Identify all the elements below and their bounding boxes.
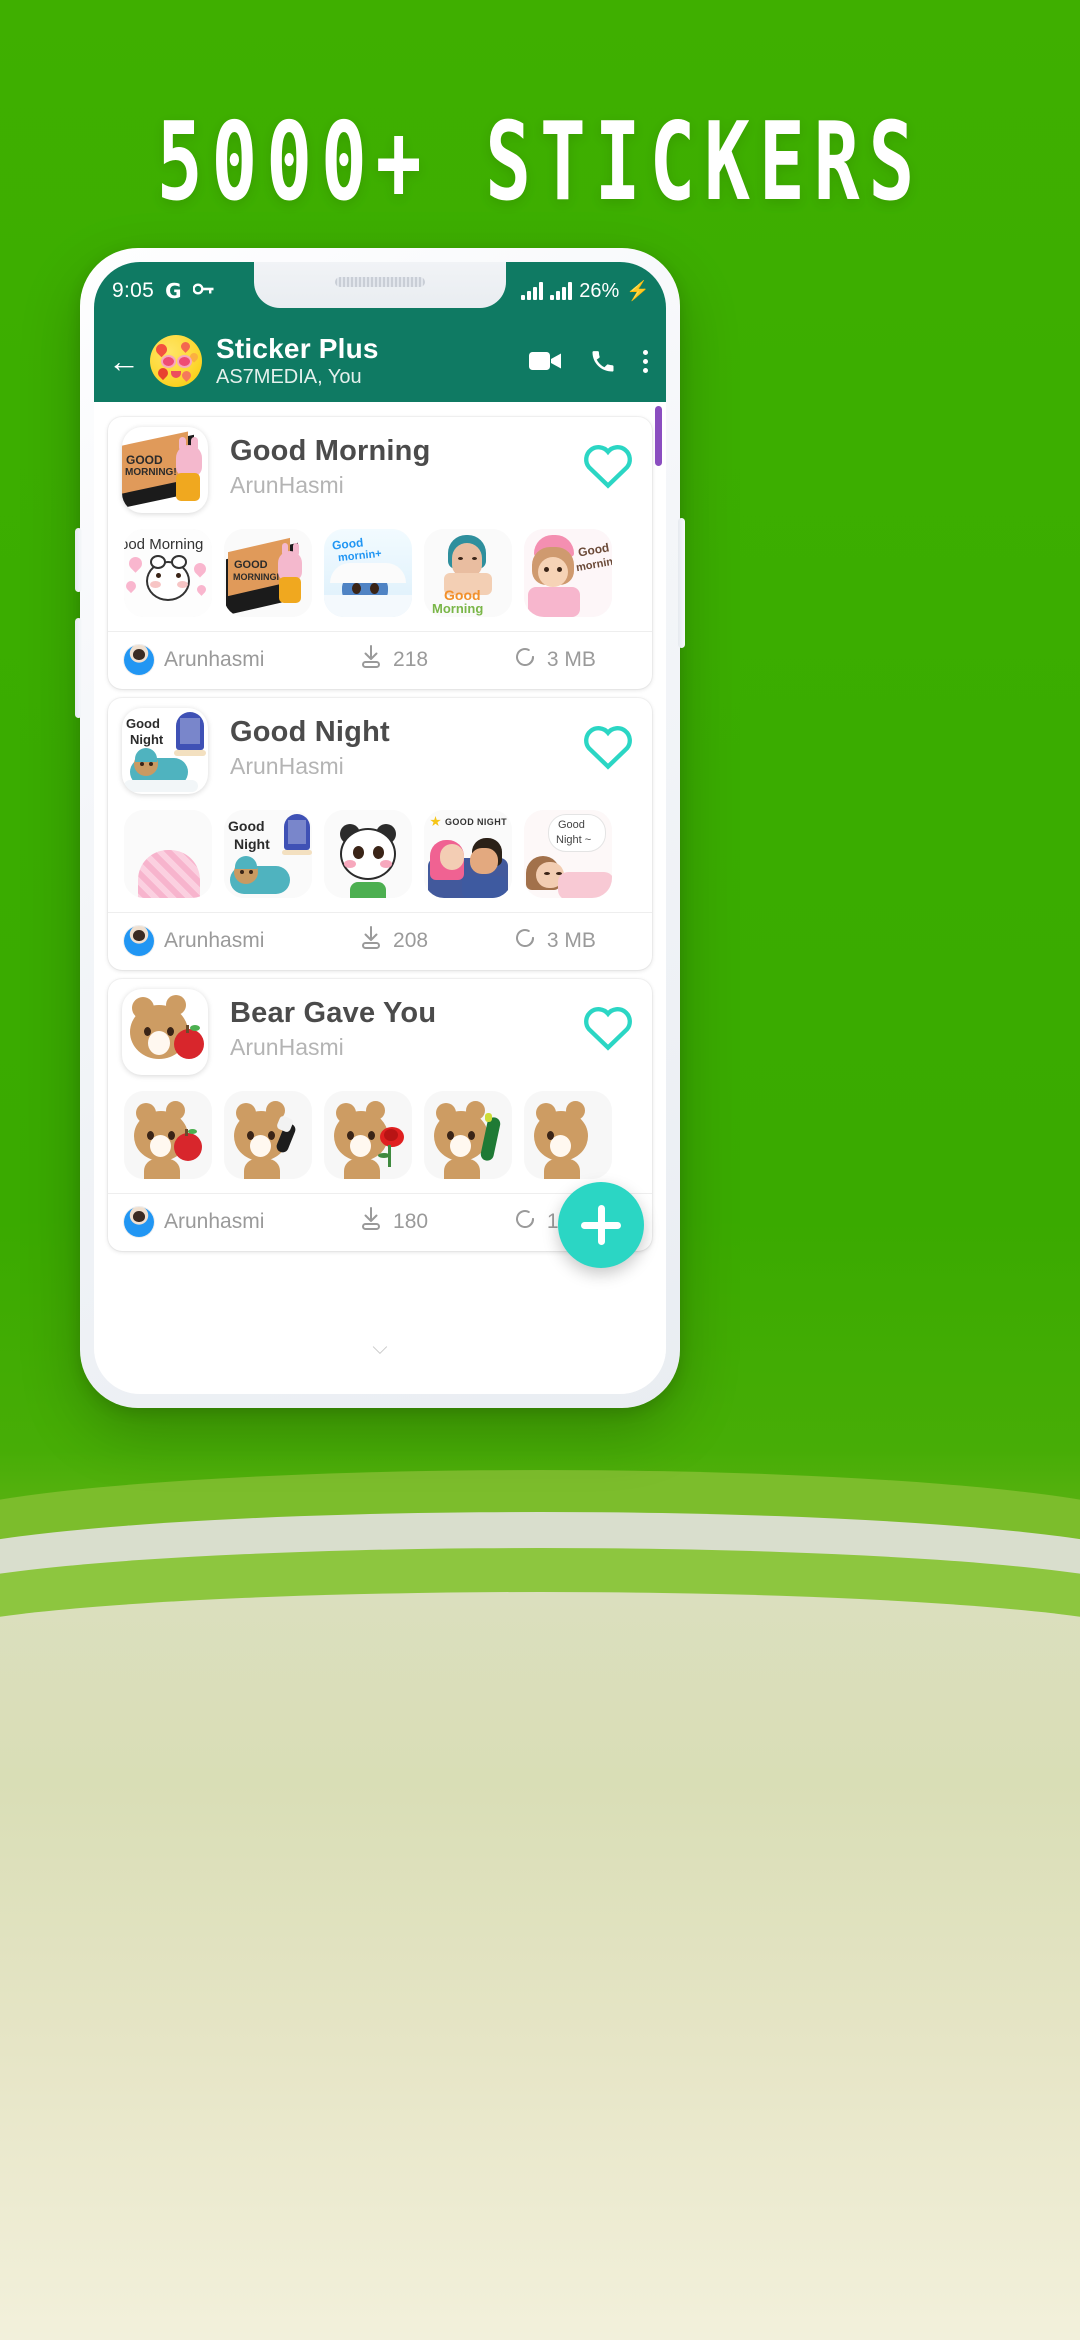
status-time: 9:05 xyxy=(112,279,155,302)
pack-downloads-stat: 180 xyxy=(339,1206,503,1238)
sticker-thumb[interactable]: Good Night xyxy=(224,810,312,898)
sticker-pack-card[interactable]: GOOD MORNING! Good Morning ArunHasmi ood… xyxy=(108,417,652,689)
pack-name: Good Night xyxy=(230,716,390,748)
download-count: 208 xyxy=(393,929,429,952)
pack-downloads-stat: 218 xyxy=(339,644,503,676)
phone-volume-up-button xyxy=(75,528,82,592)
sticker-preview-row[interactable]: ood Morning GOOD MORNINGI Good mornin+ G… xyxy=(108,521,652,631)
voice-call-icon[interactable] xyxy=(589,347,617,375)
sticker-thumb[interactable]: Good Night ~ xyxy=(524,810,612,898)
phone-power-button xyxy=(678,518,685,648)
promo-headline: 5000+ STICKERS xyxy=(156,98,924,225)
pack-tray-icon: Good Night xyxy=(122,708,208,794)
pack-size-stat: 3 MB xyxy=(503,645,636,675)
sticker-thumb[interactable] xyxy=(124,810,212,898)
size-value: 3 MB xyxy=(546,648,596,671)
sticker-thumb[interactable]: ood Morning xyxy=(124,529,212,617)
sticker-thumb[interactable] xyxy=(324,810,412,898)
pack-author-stat: Arunhasmi xyxy=(124,645,339,675)
sticker-thumb[interactable]: GOOD NIGHT xyxy=(424,810,512,898)
download-icon xyxy=(359,925,383,957)
size-icon xyxy=(513,645,537,675)
signal-bars-sim2 xyxy=(550,282,573,300)
phone-earpiece-speaker xyxy=(335,277,425,287)
sticker-thumb[interactable] xyxy=(424,1091,512,1179)
size-value: 3 MB xyxy=(546,929,596,952)
sticker-thumb[interactable]: GOOD MORNINGI xyxy=(224,529,312,617)
pack-name: Bear Gave You xyxy=(230,997,437,1029)
app-bar: ← Sticker Plus AS7MEDIA, You xyxy=(94,320,666,402)
sticker-thumb[interactable]: Good Morning xyxy=(424,529,512,617)
scrollbar-thumb[interactable] xyxy=(655,406,662,466)
pack-name: Good Morning xyxy=(230,435,431,467)
pack-tray-icon xyxy=(122,989,208,1075)
favorite-heart-icon[interactable] xyxy=(582,722,634,775)
sticker-thumb[interactable]: Good mornin xyxy=(524,529,612,617)
pack-downloads-stat: 208 xyxy=(339,925,503,957)
page-subtitle: AS7MEDIA, You xyxy=(216,366,362,389)
sticker-preview-row[interactable] xyxy=(108,1083,652,1193)
size-icon xyxy=(513,1207,537,1237)
video-call-icon[interactable] xyxy=(529,349,563,373)
pack-author-stat: Arunhasmi xyxy=(124,1207,339,1237)
pack-author: ArunHasmi xyxy=(230,472,344,498)
sticker-preview-row[interactable]: Good Night GOOD NIGHT Good Night ~ xyxy=(108,802,652,912)
author-name: Arunhasmi xyxy=(164,648,265,671)
author-avatar xyxy=(124,926,154,956)
author-avatar xyxy=(124,645,154,675)
download-icon xyxy=(359,1206,383,1238)
sticker-thumb[interactable] xyxy=(124,1091,212,1179)
battery-percent: 26% xyxy=(579,279,620,302)
sticker-pack-card[interactable]: Good Night Good Night ArunHasmi Good Nig… xyxy=(108,698,652,970)
app-bar-titles[interactable]: Sticker Plus AS7MEDIA, You xyxy=(216,332,379,389)
avatar[interactable] xyxy=(150,335,202,387)
google-icon: G xyxy=(165,279,182,303)
sticker-thumb[interactable] xyxy=(324,1091,412,1179)
charging-bolt-icon: ⚡ xyxy=(626,281,650,302)
author-avatar xyxy=(124,1207,154,1237)
page-title: Sticker Plus xyxy=(216,332,379,364)
pack-author: ArunHasmi xyxy=(230,1034,344,1060)
signal-bars-sim1 xyxy=(521,282,544,300)
phone-screen: 9:05 G 26% ⚡ ← Sticker Plus AS7MEDIA, Yo… xyxy=(94,262,666,1394)
decor-band-base xyxy=(0,1592,1080,2340)
author-name: Arunhasmi xyxy=(164,929,265,952)
favorite-heart-icon[interactable] xyxy=(582,1003,634,1056)
scroll-down-chevron-icon: ⌵ xyxy=(372,1337,388,1359)
sticker-thumb[interactable] xyxy=(524,1091,612,1179)
pack-stats-row: Arunhasmi 208 3 MB xyxy=(108,912,652,970)
favorite-heart-icon[interactable] xyxy=(582,441,634,494)
sticker-thumb[interactable] xyxy=(224,1091,312,1179)
size-icon xyxy=(513,926,537,956)
pack-author: ArunHasmi xyxy=(230,753,344,779)
author-name: Arunhasmi xyxy=(164,1210,265,1233)
pack-size-stat: 3 MB xyxy=(503,926,636,956)
back-icon[interactable]: ← xyxy=(108,345,140,377)
phone-volume-down-button xyxy=(75,618,82,718)
download-icon xyxy=(359,644,383,676)
more-vertical-icon[interactable] xyxy=(643,349,648,373)
pack-tray-icon: GOOD MORNING! xyxy=(122,427,208,513)
vpn-key-icon xyxy=(191,281,215,301)
download-count: 180 xyxy=(393,1210,429,1233)
pack-author-stat: Arunhasmi xyxy=(124,926,339,956)
pack-stats-row: Arunhasmi 218 3 MB xyxy=(108,631,652,689)
phone-mockup: 9:05 G 26% ⚡ ← Sticker Plus AS7MEDIA, Yo… xyxy=(75,248,685,1408)
add-sticker-pack-fab[interactable] xyxy=(558,1182,644,1268)
download-count: 218 xyxy=(393,648,429,671)
sticker-thumb[interactable]: Good mornin+ xyxy=(324,529,412,617)
